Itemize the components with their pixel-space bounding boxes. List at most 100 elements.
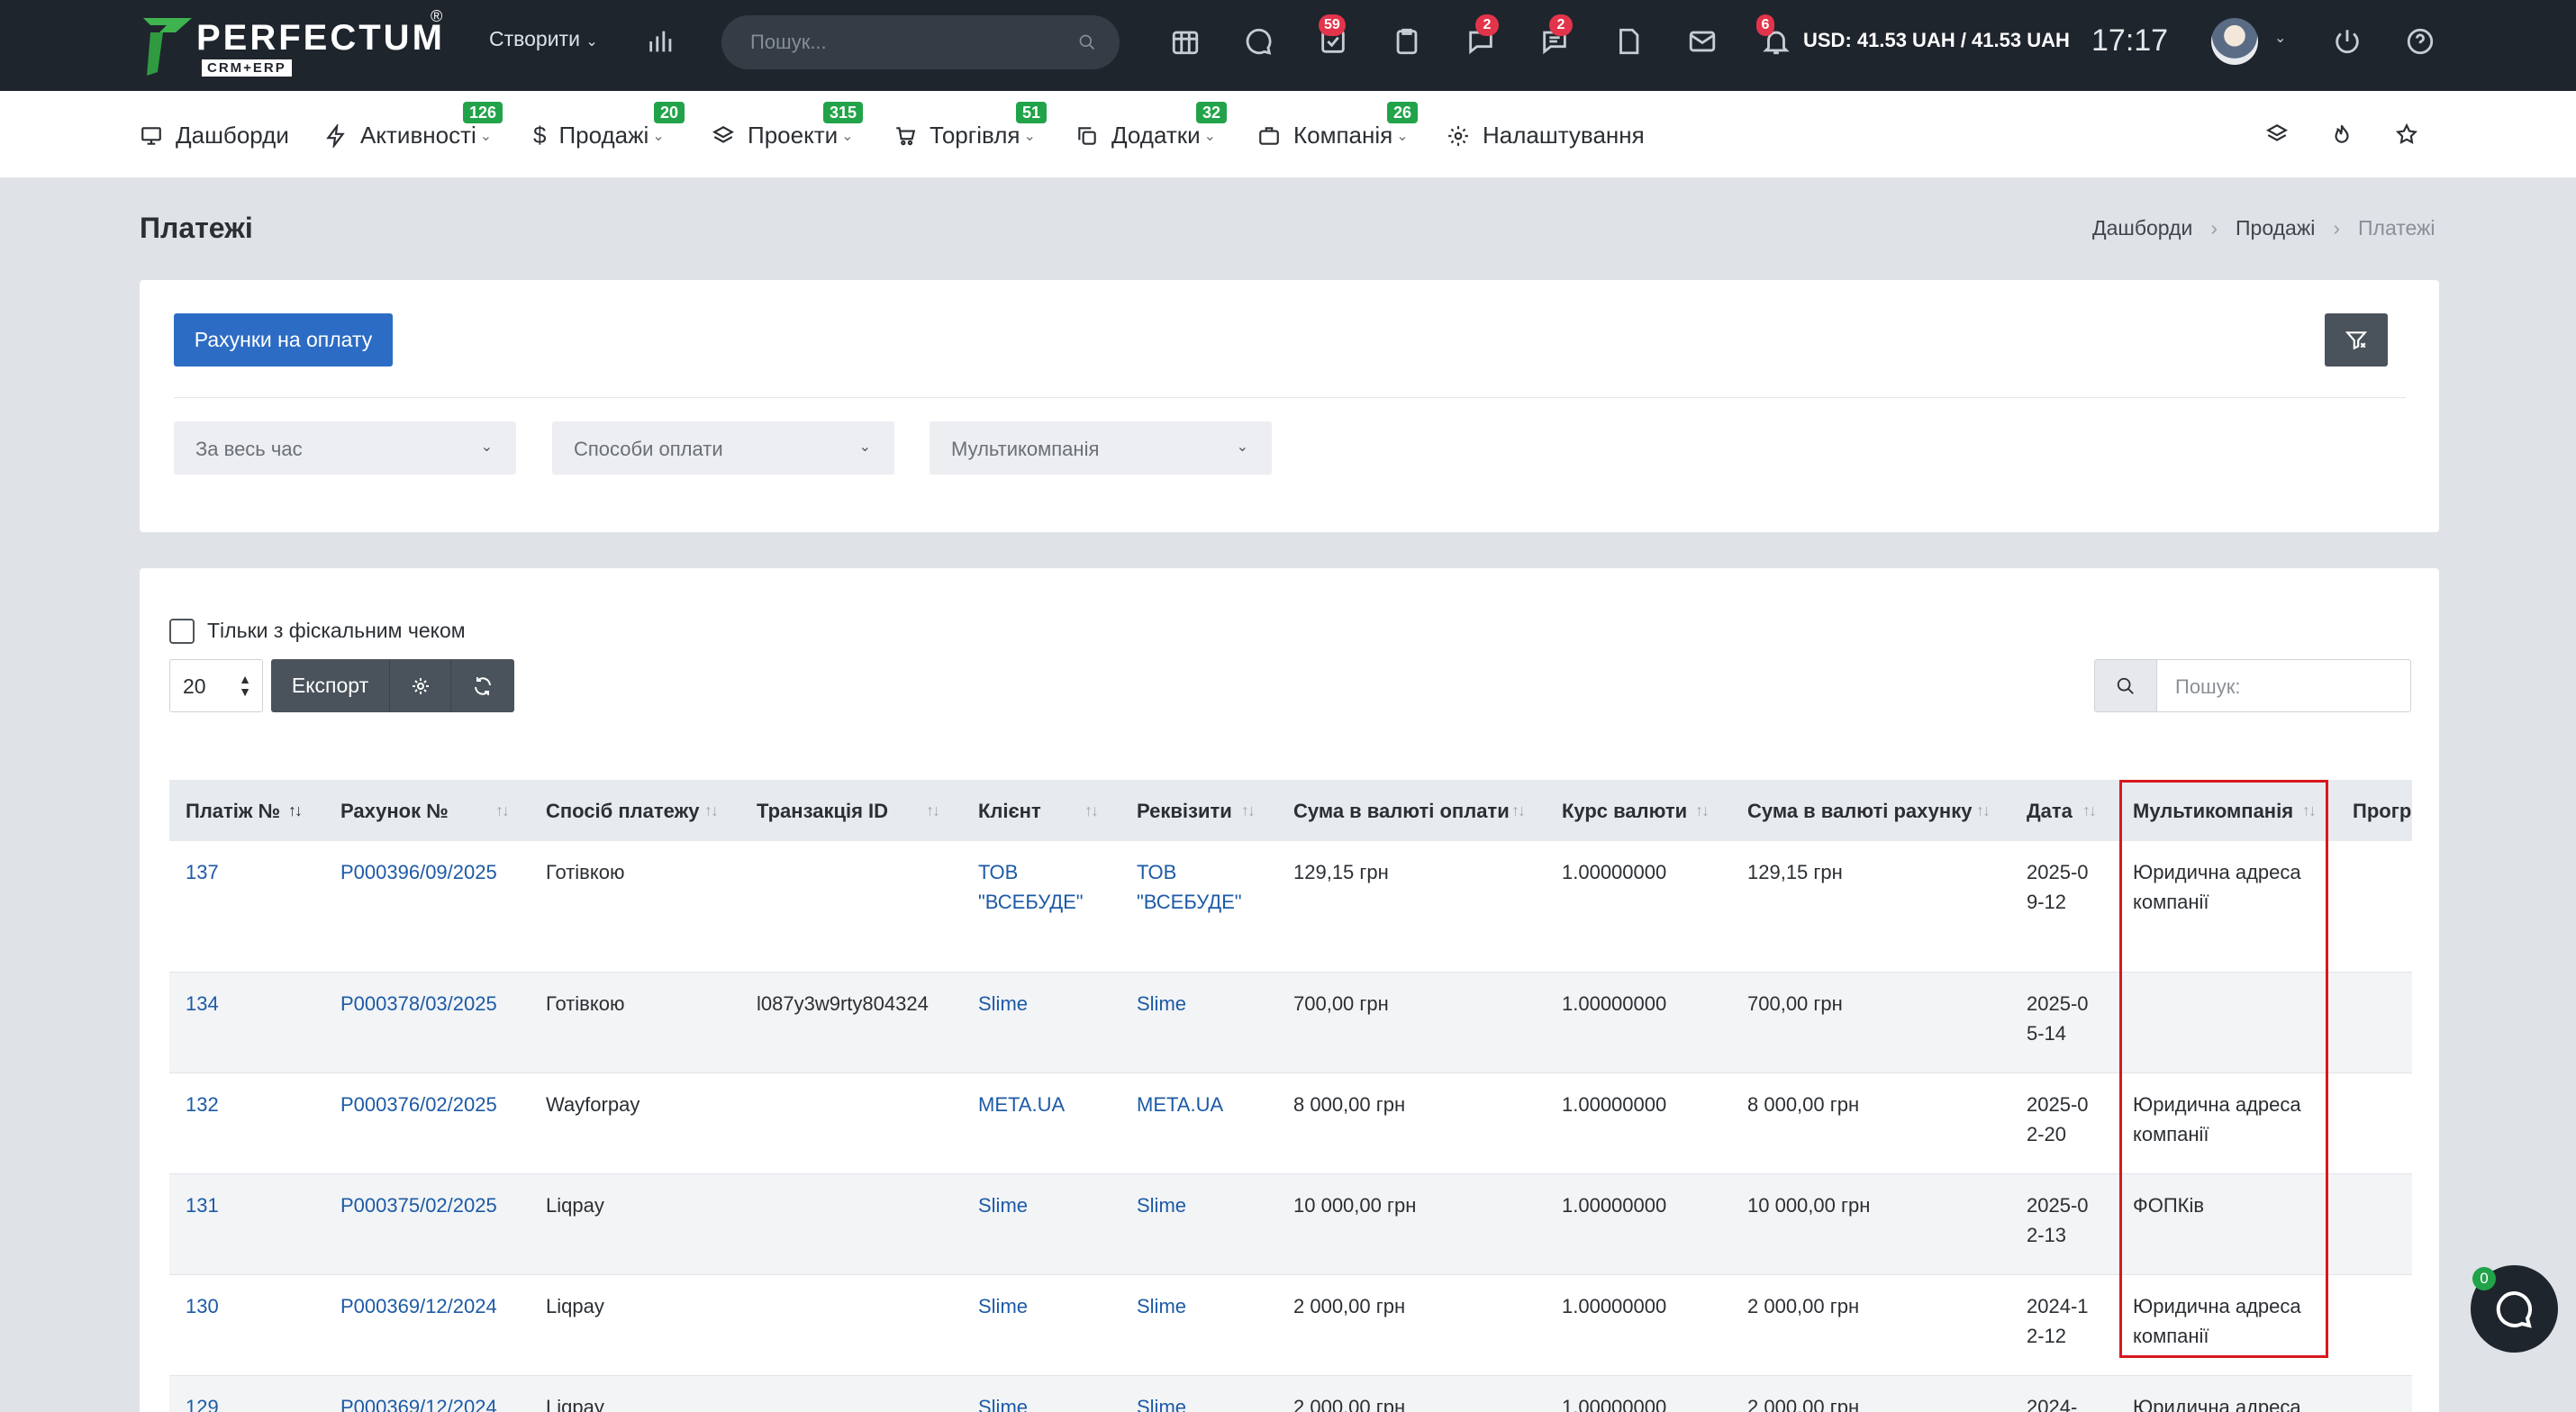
menu-item-addons[interactable]: Додатки ⌄ 32: [1075, 102, 1228, 149]
cell-requisites[interactable]: Slime: [1137, 989, 1281, 1018]
period-select[interactable]: За весь час ⌄: [174, 421, 516, 475]
table-row[interactable]: 132 P000376/02/2025 Wayforpay META.UA META.U…: [169, 1073, 2412, 1174]
sort-icon[interactable]: ↑↓: [1084, 801, 1099, 820]
menu-item-trade[interactable]: Торгівля ⌄ 51: [893, 102, 1048, 149]
invoices-button[interactable]: Рахунки на оплату: [174, 313, 393, 367]
fiscal-only-checkbox[interactable]: [169, 619, 195, 644]
breadcrumb-item[interactable]: Дашборди: [2092, 216, 2192, 240]
chevron-down-icon: ⌄: [585, 34, 598, 50]
cell-id[interactable]: 130: [186, 1291, 321, 1321]
export-button[interactable]: Експорт: [271, 659, 390, 712]
global-search-input[interactable]: Пошук...: [721, 15, 1120, 69]
cell-invoice[interactable]: P000375/02/2025: [340, 1190, 539, 1220]
cell-id[interactable]: 134: [186, 989, 321, 1018]
cell-invoice[interactable]: P000378/03/2025: [340, 989, 539, 1018]
column-header[interactable]: Прогр: [2353, 800, 2411, 823]
stepper-icon: ▲ ▼: [239, 672, 251, 699]
cell-requisites[interactable]: Slime: [1137, 1392, 1281, 1412]
column-header[interactable]: Дата: [2027, 800, 2073, 823]
multicompany-select[interactable]: Мультикомпанія ⌄: [930, 421, 1272, 475]
column-header[interactable]: Сума в валюті оплати: [1293, 800, 1510, 823]
table-row[interactable]: 131 P000375/02/2025 Liqpay Slime Slime 10 000…: [169, 1174, 2412, 1275]
sort-icon[interactable]: ↑↓: [1695, 801, 1710, 820]
table-search-button[interactable]: [2094, 659, 2157, 712]
bar-chart-icon[interactable]: [643, 23, 679, 59]
monitor-icon: [141, 126, 161, 145]
cell-client[interactable]: META.UA: [978, 1090, 1122, 1119]
payment-methods-select[interactable]: Способи оплати ⌄: [552, 421, 894, 475]
clipboard-icon[interactable]: [1389, 23, 1425, 59]
cell-requisites[interactable]: META.UA: [1137, 1090, 1281, 1119]
column-header[interactable]: Клієнт: [978, 800, 1041, 823]
sort-icon[interactable]: ↑↓: [926, 801, 940, 820]
power-icon[interactable]: [2329, 23, 2365, 59]
page-size-select[interactable]: 20 ▲ ▼: [169, 659, 263, 712]
fire-icon[interactable]: [2324, 116, 2360, 152]
menu-item-projects[interactable]: Проекти ⌄ 315: [712, 102, 864, 149]
tasks-icon[interactable]: 59: [1315, 14, 1351, 59]
cell-invoice[interactable]: P000369/12/2024: [340, 1392, 539, 1412]
column-header[interactable]: Реквізити: [1137, 800, 1232, 823]
cell-client[interactable]: ТОВ "ВСЕБУДЕ": [978, 857, 1122, 917]
cell-rate: 1.00000000: [1562, 1396, 1667, 1412]
avatar[interactable]: [2211, 18, 2258, 65]
cell-client[interactable]: Slime: [978, 1392, 1122, 1412]
sort-icon[interactable]: ↑↓: [2082, 801, 2097, 820]
menu-item-sales[interactable]: $ Продажі ⌄ 20: [533, 102, 685, 149]
table-search-input[interactable]: Пошук:: [2156, 659, 2411, 712]
column-header[interactable]: Курс валюти: [1562, 800, 1687, 823]
user-menu-chevron-icon[interactable]: ⌄: [2274, 29, 2286, 47]
table-row[interactable]: 137 P000396/09/2025 Готівкою ТОВ "ВСЕБУДЕ" Т…: [169, 841, 2412, 973]
sort-icon[interactable]: ↑↓: [704, 801, 719, 820]
calendar-icon[interactable]: [1167, 23, 1203, 59]
cell-invoice[interactable]: P000376/02/2025: [340, 1090, 539, 1119]
sort-desc-icon[interactable]: ↑↓: [288, 801, 303, 820]
column-header[interactable]: Платіж №: [186, 800, 280, 823]
document-icon[interactable]: [1610, 23, 1646, 59]
menu-item-activities[interactable]: Активності ⌄ 126: [324, 102, 503, 149]
menu-item-settings[interactable]: Налаштування: [1447, 122, 1645, 149]
cell-requisites[interactable]: Slime: [1137, 1190, 1281, 1220]
messages-icon[interactable]: 2: [1537, 14, 1573, 59]
cell-sum_pay: 2 000,00 грн: [1293, 1295, 1406, 1317]
cell-requisites[interactable]: Slime: [1137, 1291, 1281, 1321]
mail-icon[interactable]: [1684, 23, 1720, 59]
cell-client[interactable]: Slime: [978, 989, 1122, 1018]
cell-id[interactable]: 132: [186, 1090, 321, 1119]
clear-filter-button[interactable]: [2325, 313, 2388, 367]
column-header[interactable]: Рахунок №: [340, 800, 449, 823]
column-header[interactable]: Транзакція ID: [757, 800, 888, 823]
table-row[interactable]: 134 P000378/03/2025 Готівкою l087y3w9rty804…: [169, 973, 2412, 1073]
cell-id[interactable]: 137: [186, 857, 321, 887]
cell-id[interactable]: 129: [186, 1392, 321, 1412]
settings-button[interactable]: [390, 659, 451, 712]
page-size-value: 20: [183, 674, 206, 698]
table-row[interactable]: 130 P000369/12/2024 Liqpay Slime Slime 2 000,…: [169, 1275, 2412, 1376]
table-row[interactable]: 129 P000369/12/2024 Liqpay Slime Slime 2 000,…: [169, 1376, 2412, 1412]
cell-id[interactable]: 131: [186, 1190, 321, 1220]
sort-icon[interactable]: ↑↓: [1241, 801, 1256, 820]
chat-bubble-icon[interactable]: [1241, 23, 1277, 59]
cell-invoice[interactable]: P000369/12/2024: [340, 1291, 539, 1321]
chat-bubble-icon: [2496, 1290, 2532, 1328]
cell-requisites[interactable]: ТОВ "ВСЕБУДЕ": [1137, 857, 1281, 917]
cell-client[interactable]: Slime: [978, 1190, 1122, 1220]
sort-icon[interactable]: ↑↓: [1976, 801, 1991, 820]
menu-item-dashboards[interactable]: Дашборди: [140, 122, 289, 149]
menu-item-company[interactable]: Компанія ⌄ 26: [1257, 102, 1419, 149]
sort-icon[interactable]: ↑↓: [495, 801, 510, 820]
cell-invoice[interactable]: P000396/09/2025: [340, 857, 539, 887]
sort-icon[interactable]: ↑↓: [1511, 801, 1526, 820]
star-icon[interactable]: [2389, 116, 2425, 152]
create-dropdown[interactable]: Створити ⌄: [489, 27, 598, 51]
column-header[interactable]: Сума в валюті рахунку: [1747, 800, 1972, 823]
refresh-button[interactable]: [451, 659, 514, 712]
logo-text[interactable]: PERFECTUM: [196, 18, 445, 59]
bell-icon[interactable]: 6: [1756, 14, 1794, 59]
comments-icon[interactable]: 2: [1463, 14, 1499, 59]
cell-client[interactable]: Slime: [978, 1291, 1122, 1321]
layers-shortcut-icon[interactable]: [2259, 116, 2295, 152]
help-icon[interactable]: [2402, 23, 2438, 59]
column-header[interactable]: Спосіб платежу: [546, 800, 699, 823]
breadcrumb-item[interactable]: Продажі: [2236, 216, 2315, 240]
